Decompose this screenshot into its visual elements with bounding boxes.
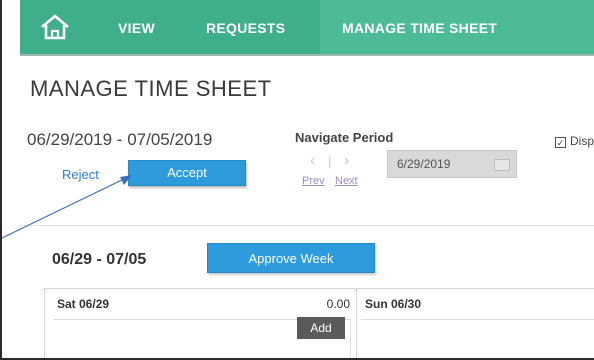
annotation-arrow [2,175,132,239]
app-frame: VIEW REQUESTS MANAGE TIME SHEET MANAGE T… [0,0,594,360]
